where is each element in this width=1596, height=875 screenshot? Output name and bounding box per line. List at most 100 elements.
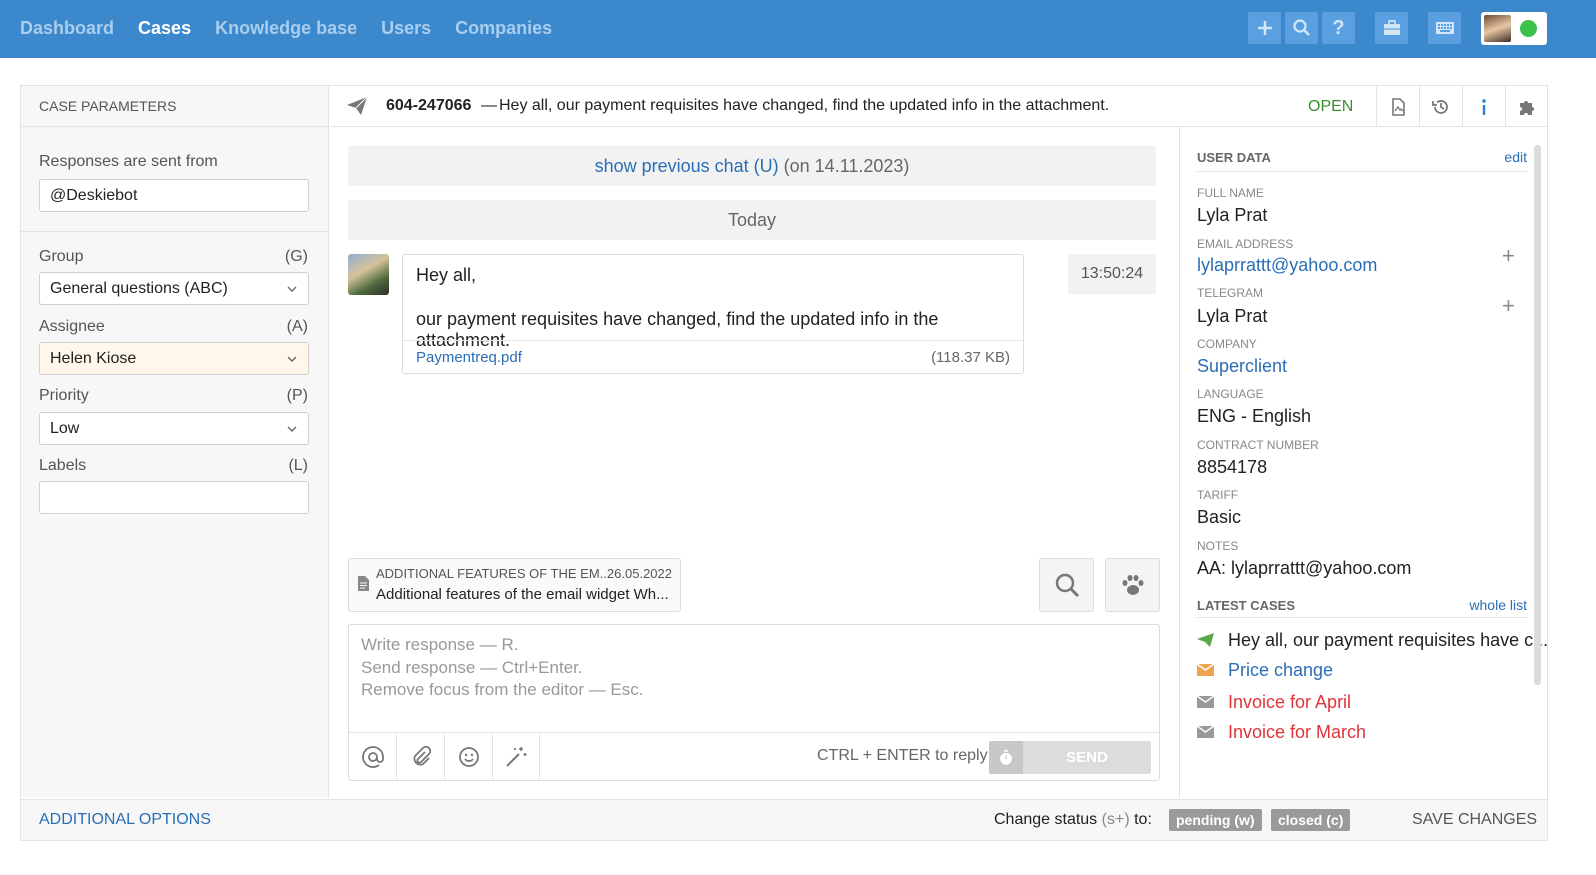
whole-list-link[interactable]: whole list (1469, 597, 1527, 613)
user-data-panel: USER DATA edit FULL NAME Lyla Prat EMAIL… (1179, 127, 1548, 798)
sent-from-field[interactable]: @Deskiebot (39, 179, 309, 212)
case-subject: Hey all, our payment requisites have cha… (499, 97, 1110, 114)
telegram-icon (347, 96, 368, 115)
latest-case-title: Invoice for March (1228, 722, 1367, 742)
send-button[interactable]: SEND (1023, 741, 1151, 774)
field-label-full-name: FULL NAME (1197, 186, 1264, 200)
emoji-icon[interactable] (445, 733, 493, 781)
plus-icon[interactable] (1248, 12, 1281, 44)
field-value-email[interactable]: lylaprrattt@yahoo.com (1197, 255, 1377, 276)
magic-wand-icon[interactable] (492, 733, 540, 781)
chevron-down-icon (287, 356, 297, 362)
assignee-select[interactable]: Helen Kiose (39, 342, 309, 375)
paw-icon (1122, 575, 1143, 595)
puzzle-icon[interactable] (1505, 86, 1548, 127)
case-parameters-panel: CASE PARAMETERS Responses are sent from … (21, 86, 329, 798)
add-telegram-button[interactable]: + (1502, 293, 1515, 319)
field-value-company[interactable]: Superclient (1197, 356, 1287, 377)
labels-shortcut: (L) (288, 457, 308, 474)
field-label-contract: CONTRACT NUMBER (1197, 438, 1319, 452)
document-icon[interactable] (1376, 86, 1419, 127)
latest-case-item[interactable]: Price change (1197, 660, 1527, 684)
message-bubble: Hey all, our payment requisites have cha… (402, 254, 1024, 374)
labels-label: Labels (39, 457, 87, 474)
case-number: 604-247066 (386, 97, 472, 114)
kb-suggestion-card[interactable]: ADDITIONAL FEATURES OF THE EM... 26.05.2… (348, 558, 681, 612)
timer-icon[interactable] (989, 741, 1023, 774)
message-time: 13:50:24 (1068, 254, 1156, 294)
field-value-full-name: Lyla Prat (1197, 205, 1268, 225)
kb-suggestion-date: 26.05.2022 (606, 566, 672, 581)
labels-field[interactable] (39, 481, 309, 514)
additional-options-link[interactable]: ADDITIONAL OPTIONS (39, 811, 211, 829)
case-dash: — (481, 97, 497, 114)
previous-chat-bar: show previous chat (U) (on 14.11.2023) (348, 146, 1156, 186)
latest-case-title: Invoice for April (1228, 692, 1352, 712)
save-changes-button[interactable]: SAVE CHANGES (1412, 811, 1537, 829)
previous-chat-date: (on 14.11.2023) (783, 156, 910, 176)
priority-select[interactable]: Low (39, 412, 309, 445)
case-header: 604-247066 — Hey all, our payment requis… (330, 86, 1547, 127)
assignee-label: Assignee (39, 318, 105, 335)
user-menu[interactable] (1481, 12, 1547, 45)
latest-case-item[interactable]: Hey all, our payment requisites have c..… (1197, 630, 1548, 654)
main-nav: Dashboard Cases Knowledge base Users Com… (20, 18, 552, 39)
help-icon[interactable]: ? (1322, 12, 1355, 44)
chevron-down-icon (287, 286, 297, 292)
message-attachment: Paymentreq.pdf (118.37 KB) (403, 340, 1023, 374)
latest-case-item[interactable]: Invoice for April (1197, 692, 1527, 716)
editor-toolbar: CTRL + ENTER to reply SEND (349, 732, 1159, 781)
scrollbar[interactable] (1534, 145, 1541, 685)
status-closed-button[interactable]: closed (c) (1271, 809, 1351, 831)
sender-avatar (348, 254, 389, 295)
case-parameters-title: CASE PARAMETERS (39, 98, 177, 114)
assignee-shortcut: (A) (286, 318, 308, 335)
response-editor[interactable]: Write response — R. Send response — Ctrl… (348, 624, 1160, 781)
nav-companies[interactable]: Companies (455, 18, 552, 39)
nav-dashboard[interactable]: Dashboard (20, 18, 114, 39)
nav-users[interactable]: Users (381, 18, 431, 39)
group-shortcut: (G) (284, 248, 308, 265)
info-icon[interactable] (1462, 86, 1505, 127)
change-status-label: Change status (s+) to: (994, 811, 1152, 829)
editor-hint: Remove focus from the editor — Esc. (361, 680, 644, 699)
editor-hint: Write response — R. (361, 635, 519, 654)
field-label-company: COMPANY (1197, 337, 1257, 351)
edit-user-link[interactable]: edit (1504, 149, 1527, 165)
latest-case-title: Hey all, our payment requisites have c..… (1228, 630, 1549, 650)
attachment-size: (118.37 KB) (931, 349, 1010, 366)
group-value: General questions (ABC) (50, 280, 228, 297)
latest-case-item[interactable]: Invoice for March (1197, 722, 1527, 746)
priority-label: Priority (39, 387, 89, 404)
add-email-button[interactable]: + (1502, 243, 1515, 269)
search-icon (1055, 573, 1079, 598)
status-badge[interactable]: OPEN (1308, 98, 1353, 116)
show-previous-chat-link[interactable]: show previous chat (U) (595, 156, 779, 176)
online-status-indicator (1520, 20, 1537, 37)
nav-cases[interactable]: Cases (138, 18, 191, 39)
editor-hint: Send response — Ctrl+Enter. (361, 658, 583, 677)
field-label-email: EMAIL ADDRESS (1197, 237, 1294, 251)
search-icon[interactable] (1285, 12, 1318, 44)
history-icon[interactable] (1419, 86, 1462, 127)
briefcase-icon[interactable] (1375, 12, 1408, 44)
paw-button[interactable] (1105, 558, 1160, 612)
divider (21, 126, 328, 127)
priority-shortcut: (P) (286, 387, 308, 404)
field-value-telegram: Lyla Prat (1197, 306, 1268, 326)
field-value-language: ENG - English (1197, 406, 1312, 426)
latest-case-title: Price change (1228, 660, 1334, 680)
mention-icon[interactable] (349, 733, 397, 781)
group-select[interactable]: General questions (ABC) (39, 272, 309, 305)
assignee-value: Helen Kiose (50, 350, 137, 367)
attachment-link[interactable]: Paymentreq.pdf (416, 349, 522, 366)
kb-suggestion-title: ADDITIONAL FEATURES OF THE EM... (376, 566, 611, 581)
nav-knowledge-base[interactable]: Knowledge base (215, 18, 357, 39)
keyboard-icon[interactable] (1428, 12, 1461, 44)
status-pending-button[interactable]: pending (w) (1169, 809, 1262, 831)
ctrl-enter-hint: CTRL + ENTER to reply (817, 747, 988, 764)
kb-suggestion-body: Additional features of the email widget … (376, 586, 669, 603)
field-label-notes: NOTES (1197, 539, 1239, 553)
attach-icon[interactable] (397, 733, 445, 781)
kb-search-button[interactable] (1039, 558, 1094, 612)
